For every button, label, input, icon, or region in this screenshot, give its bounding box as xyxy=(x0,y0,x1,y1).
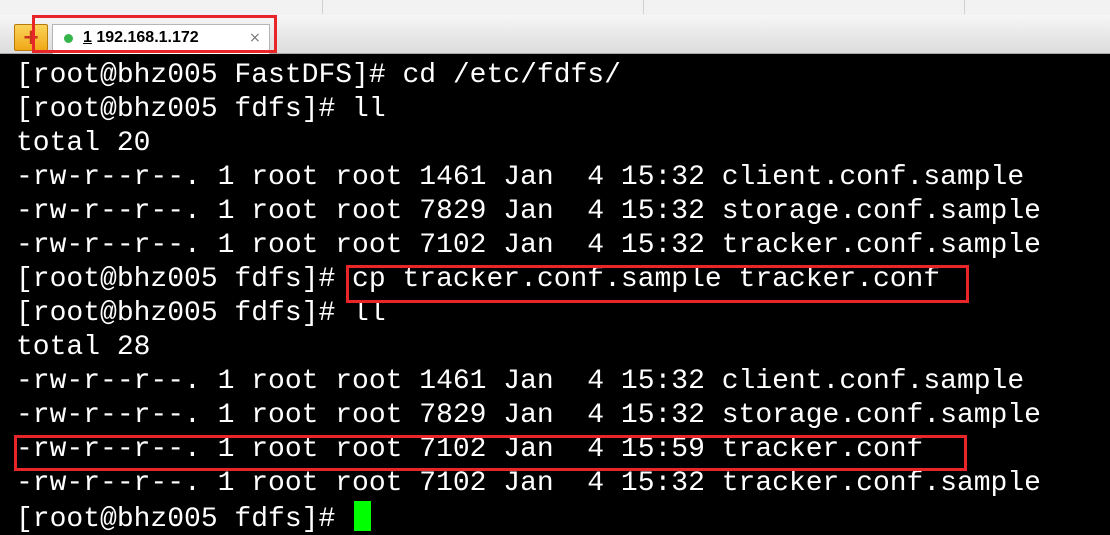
session-number: 1 xyxy=(83,29,92,46)
session-tab-bar: + 1 192.168.1.172 × xyxy=(0,15,1110,54)
session-tab-title: 1 192.168.1.172 xyxy=(83,29,199,47)
terminal-prompt: [root@bhz005 fdfs]# xyxy=(16,504,353,535)
terminal-line: total 28 xyxy=(16,332,151,363)
divider xyxy=(964,0,965,14)
terminal-line: -rw-r--r--. 1 root root 7102 Jan 4 15:59… xyxy=(16,434,924,465)
window-top-strip xyxy=(0,0,1110,15)
terminal-line: [root@bhz005 fdfs]# ll xyxy=(16,298,386,329)
new-session-button[interactable]: + xyxy=(14,24,48,51)
session-tab[interactable]: 1 192.168.1.172 × xyxy=(52,24,270,54)
terminal-line: [root@bhz005 fdfs]# ll xyxy=(16,94,386,125)
terminal-line: -rw-r--r--. 1 root root 7102 Jan 4 15:32… xyxy=(16,468,1041,499)
divider xyxy=(322,0,323,14)
divider xyxy=(643,0,644,14)
session-host: 192.168.1.172 xyxy=(96,29,199,46)
terminal-prompt-line: [root@bhz005 fdfs]# xyxy=(16,501,372,535)
plus-icon: + xyxy=(22,25,40,49)
terminal-line: [root@bhz005 fdfs]# cp tracker.conf.samp… xyxy=(16,264,941,295)
terminal-line: -rw-r--r--. 1 root root 7829 Jan 4 15:32… xyxy=(16,400,1041,431)
terminal-line: [root@bhz005 FastDFS]# cd /etc/fdfs/ xyxy=(16,60,621,91)
terminal-line: total 20 xyxy=(16,128,151,159)
terminal-line: -rw-r--r--. 1 root root 7102 Jan 4 15:32… xyxy=(16,230,1041,261)
terminal-line: -rw-r--r--. 1 root root 1461 Jan 4 15:32… xyxy=(16,366,1025,397)
terminal-line: -rw-r--r--. 1 root root 7829 Jan 4 15:32… xyxy=(16,196,1041,227)
terminal-output[interactable]: [root@bhz005 FastDFS]# cd /etc/fdfs/ [ro… xyxy=(0,54,1110,535)
close-tab-icon[interactable]: × xyxy=(249,30,261,46)
terminal-line: -rw-r--r--. 1 root root 1461 Jan 4 15:32… xyxy=(16,162,1025,193)
connection-status-icon xyxy=(64,34,73,43)
terminal-cursor xyxy=(354,501,372,531)
